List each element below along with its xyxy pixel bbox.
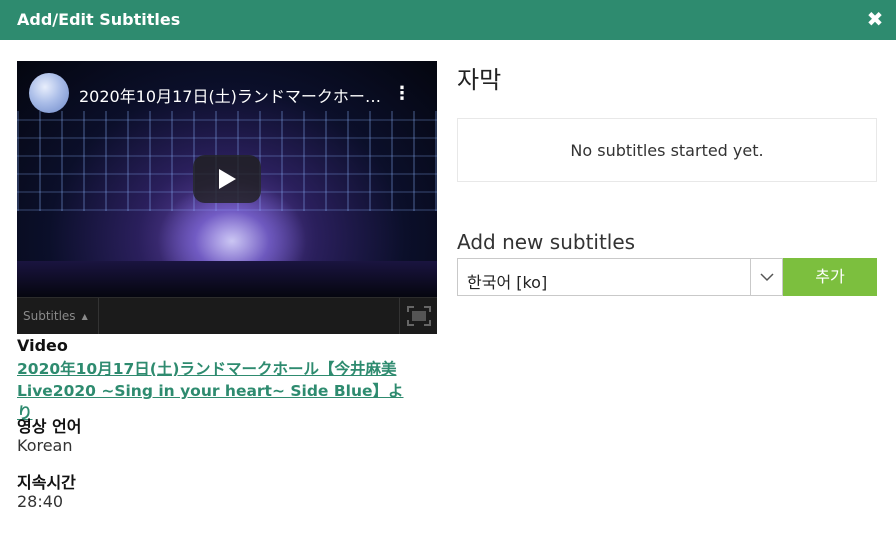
subtitles-toggle-label: Subtitles	[23, 309, 76, 323]
empty-subtitles-message: No subtitles started yet.	[570, 141, 764, 160]
player-video-title[interactable]: 2020年10月17日(土)ランドマークホール【今井麻美 Live2020 ~S…	[79, 83, 389, 107]
video-language-label: 영상 언어	[17, 417, 82, 436]
chevron-down-icon[interactable]	[750, 259, 782, 295]
player-controls: Subtitles ▲	[17, 297, 437, 334]
duration-label: 지속시간	[17, 473, 76, 492]
language-select-value: 한국어 [ko]	[467, 273, 548, 292]
fullscreen-icon	[407, 306, 431, 326]
video-player[interactable]: 2020年10月17日(土)ランドマークホール【今井麻美 Live2020 ~S…	[17, 61, 437, 334]
play-button[interactable]	[193, 155, 261, 203]
play-icon	[219, 169, 236, 189]
caret-up-icon: ▲	[81, 311, 88, 321]
language-select[interactable]: 한국어 [ko]	[457, 258, 783, 296]
fullscreen-button[interactable]	[399, 298, 437, 334]
channel-avatar[interactable]	[29, 73, 69, 113]
subtitles-list: No subtitles started yet.	[457, 118, 877, 182]
duration-value: 28:40	[17, 492, 64, 511]
video-language-value: Korean	[17, 436, 73, 455]
subtitles-heading: 자막	[457, 66, 502, 94]
dialog-title: Add/Edit Subtitles	[17, 10, 181, 29]
add-subtitles-button[interactable]: 추가	[783, 258, 877, 296]
more-vertical-icon[interactable]: ⋮	[393, 81, 411, 105]
subtitles-toggle[interactable]: Subtitles ▲	[17, 298, 99, 334]
close-icon[interactable]: ✖	[864, 8, 886, 30]
dialog-header: Add/Edit Subtitles ✖	[0, 0, 896, 40]
video-label: Video	[17, 336, 68, 355]
add-subtitles-heading: Add new subtitles	[457, 230, 636, 254]
video-thumbnail[interactable]: 2020年10月17日(土)ランドマークホール【今井麻美 Live2020 ~S…	[17, 61, 437, 297]
